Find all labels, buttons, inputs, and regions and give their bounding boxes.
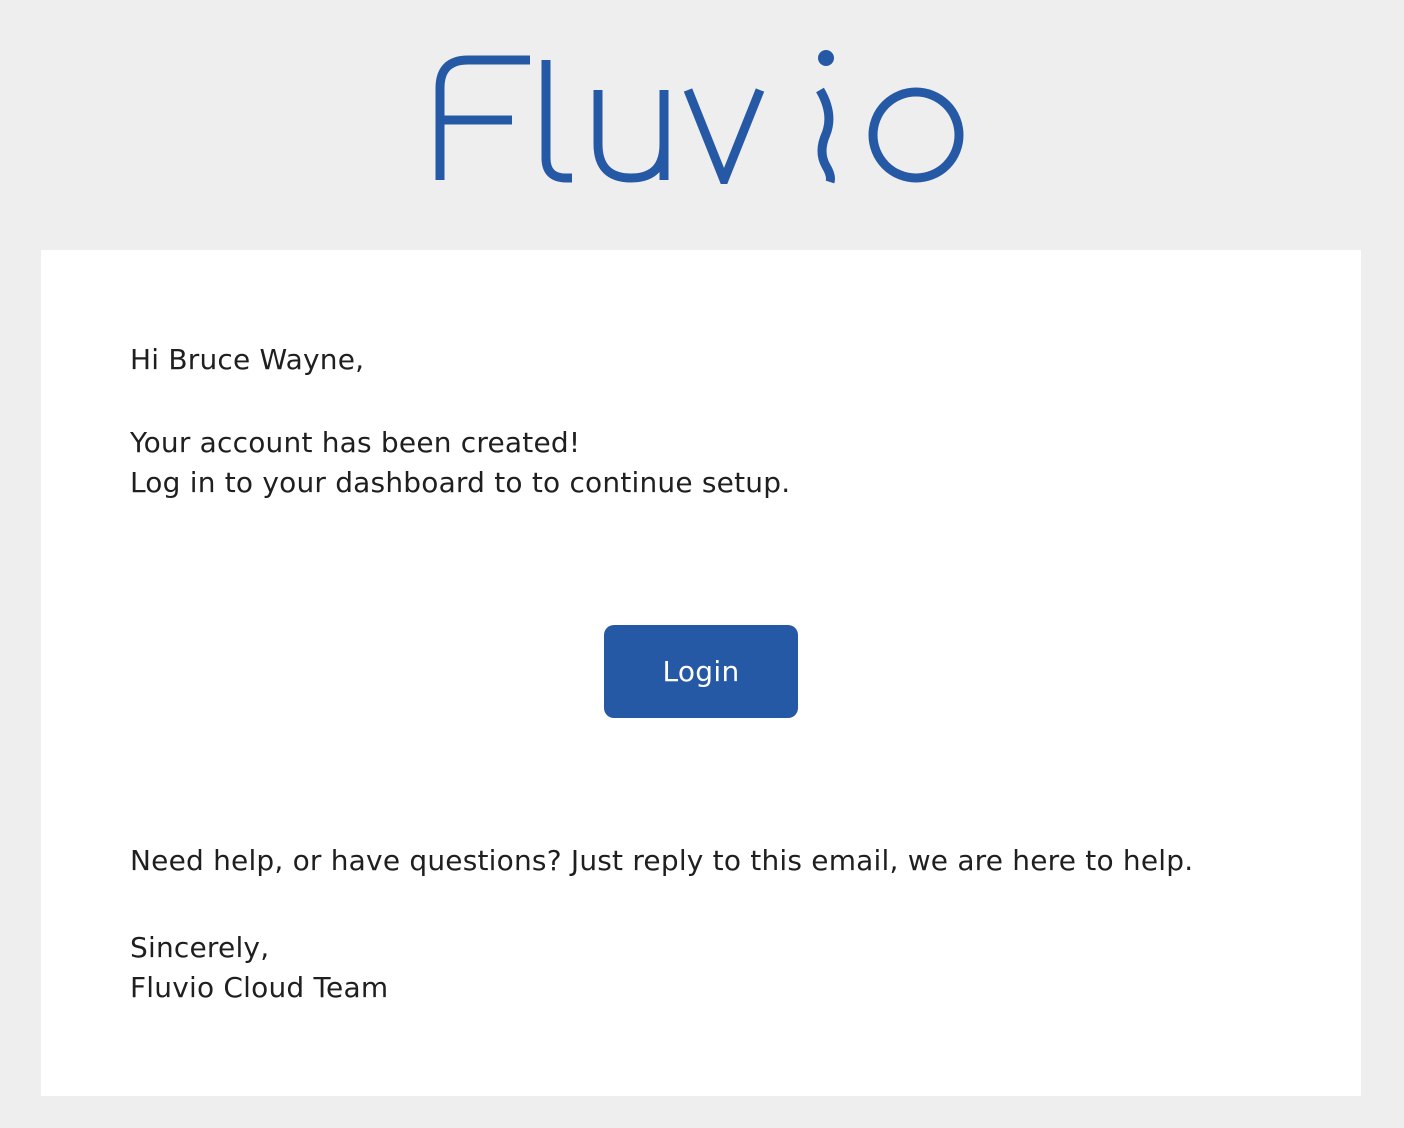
fluvio-logo-mark [435,50,964,184]
fluvio-logo [434,48,968,184]
team-signature: Fluvio Cloud Team [130,971,389,1004]
signoff-text: Sincerely, [130,931,270,964]
account-created-text: Your account has been created! [130,426,581,459]
login-button[interactable]: Login [604,625,798,718]
email-card: Hi Bruce Wayne, Your account has been cr… [41,250,1361,1096]
help-text: Need help, or have questions? Just reply… [130,844,1194,877]
continue-setup-text: Log in to your dashboard to to continue … [130,466,791,499]
greeting-text: Hi Bruce Wayne, [130,343,365,376]
